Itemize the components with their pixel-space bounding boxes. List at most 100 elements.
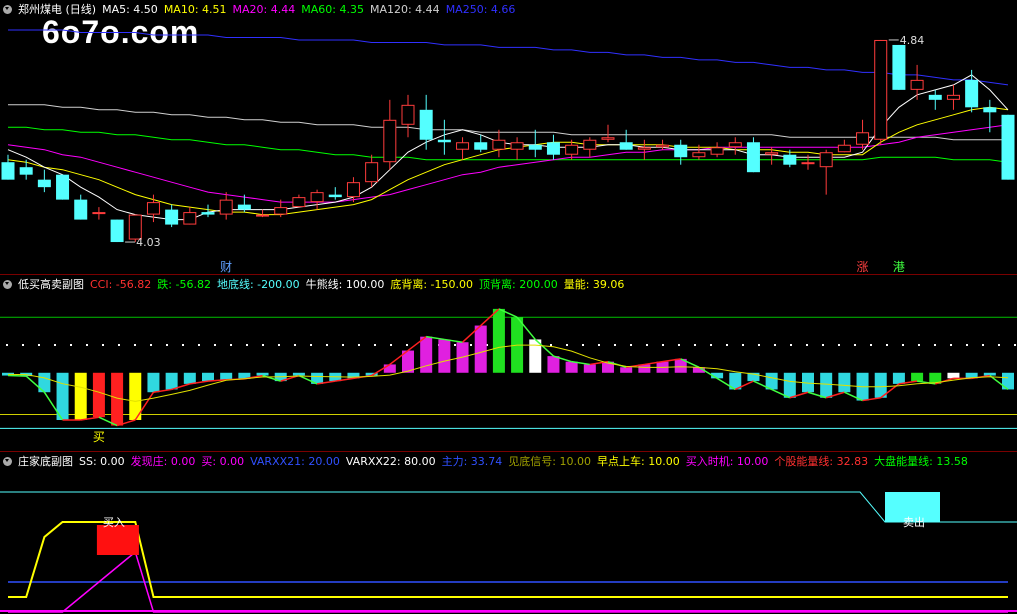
candle-body [19,167,33,175]
cci-bar [565,361,578,373]
candle-body [474,142,488,150]
candle-body [765,152,779,155]
candle-body [183,212,197,225]
cci-legend-item: CCI: -56.82 [90,278,152,291]
ma-line-ma250 [8,29,1009,86]
cci-bar [256,372,269,376]
level-dot-bull-bear [630,344,632,346]
level-dot-bull-bear [390,344,392,346]
level-dot-bull-bear [678,344,680,346]
level-dot-bull-bear [470,344,472,346]
level-dot-bull-bear [918,344,920,346]
candle-body [710,147,724,155]
candle-body [146,202,160,215]
collapse-arrow-icon[interactable] [3,457,12,466]
event-marker: 财 [220,260,232,274]
cci-bar [947,372,960,379]
level-dot-bull-bear [742,344,744,346]
level-dot-bull-bear [934,344,936,346]
candle-body [419,109,433,140]
level-dot-bull-bear [566,344,568,346]
candle-body [383,119,397,163]
level-dot-bull-bear [70,344,72,346]
cci-bar [583,364,596,373]
candle-body [201,212,215,215]
cci-bar [183,372,196,384]
level-dot-bull-bear [374,344,376,346]
candle-body [910,79,924,90]
level-dot-bull-bear [86,344,88,346]
zhuangjia-legend: SS: 0.00 发现庄: 0.00 买: 0.00 VARXX21: 20.00 VA… [79,455,974,468]
candle-body [801,162,815,165]
level-dot-bull-bear [454,344,456,346]
main-chart-header: 郑州煤电 (日线) MA5: 4.50 MA10: 4.51 MA20: 4.44 MA… [3,3,527,16]
level-dot-bull-bear [790,344,792,346]
candle-body [256,214,270,217]
candle-body [219,199,233,215]
candle-body [528,144,542,150]
level-dot-bull-bear [214,344,216,346]
zhuangjia-legend-item: VARXX21: 20.00 [250,455,340,468]
cci-bar [892,372,905,384]
level-dot-bull-bear [246,344,248,346]
candle-body [237,204,251,210]
zhuangjia-legend-item: VARXX22: 80.00 [345,455,436,468]
zhuangjia-legend-item: 买入时机: 10.00 [685,455,769,468]
cci-legend-item: 地底线: -200.00 [216,278,300,291]
buy-in-box [96,525,139,555]
level-dot-bull-bear [822,344,824,346]
series-早点上车 [8,521,1008,598]
candle-body [110,219,124,243]
collapse-arrow-icon[interactable] [3,5,12,14]
candle-body [674,144,688,158]
event-marker: 涨 [857,259,869,274]
cci-bar [147,372,160,393]
candle-body [746,142,760,173]
candlestick-chart: 4.84 4.03 财 涨 港 [1,29,1015,274]
level-dot-bull-bear [582,344,584,346]
candle-body [656,144,670,148]
level-dot-bull-bear [150,344,152,346]
zhuangjia-legend-item: 大盘能量线: 13.58 [874,455,968,468]
candle-body [92,212,106,215]
candle-body [692,152,706,158]
cci-bar [838,372,851,393]
stock-title: 郑州煤电 (日线) [18,3,97,16]
cci-bar [783,372,796,398]
candle-body [619,142,633,150]
candle-body [365,162,379,183]
sell-label: 卖出 [903,515,925,529]
level-dot-bull-bear [38,344,40,346]
event-marker: 港 [893,260,905,274]
candle-body [1,162,15,180]
buy-signal-label: 买 [93,430,105,444]
cci-legend-item: 量能: 39.06 [563,278,625,291]
candle-body [565,144,579,155]
level-dot-bull-bear [134,344,136,346]
cci-legend-item: 跌: -56.82 [157,278,211,291]
level-dot-bull-bear [886,344,888,346]
candle-body [637,147,651,150]
candle-body [346,182,360,198]
cci-legend-item: 牛熊线: 100.00 [305,278,385,291]
candle-body [874,39,888,140]
level-dot-bull-bear [710,344,712,346]
candle-body [728,142,742,148]
cci-chart: 买 [0,308,1017,444]
ma-legend-item: MA5: 4.50 [102,3,158,16]
level-dot-bull-bear [294,344,296,346]
cci-bar [92,372,105,418]
candle-body [783,154,797,165]
candle-body [56,174,70,200]
ma-legend-item: MA60: 4.35 [301,3,364,16]
candle-body [856,132,870,145]
collapse-arrow-icon[interactable] [3,280,12,289]
level-dot-bull-bear [854,344,856,346]
candle-body [456,142,470,150]
cci-header: 低买高卖副图 CCI: -56.82 跌: -56.82 地底线: -200.00 牛熊… [3,278,636,291]
candle-body [946,94,960,100]
candle-body [437,139,451,143]
level-dot-bull-bear [118,344,120,346]
cci-legend-item: 底背离: -150.00 [390,278,473,291]
low-price-label: 4.03 [136,236,161,249]
